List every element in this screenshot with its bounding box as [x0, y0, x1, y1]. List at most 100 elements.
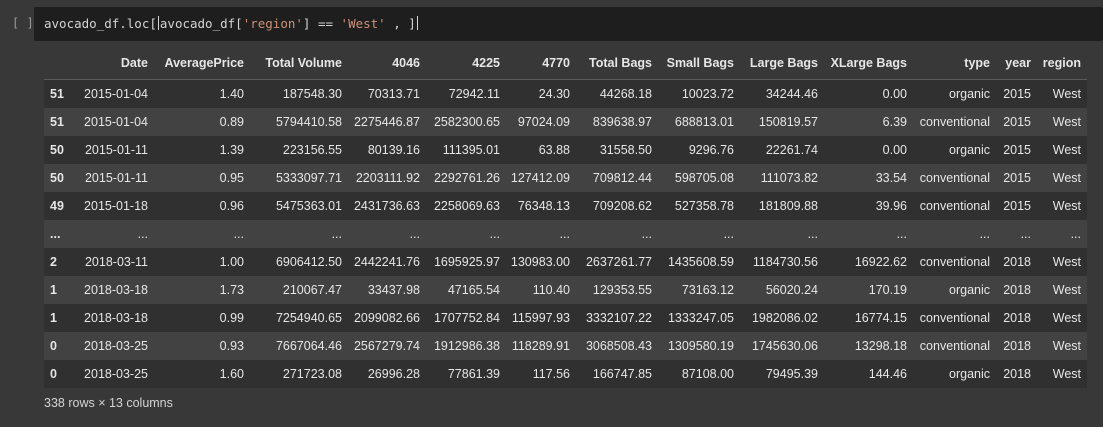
table-cell: West [1052, 255, 1081, 269]
table-cell: 34244.46 [765, 87, 818, 101]
table-cell: ... [979, 227, 990, 241]
table-cell: 33.54 [875, 171, 907, 185]
table-cell: ... [233, 227, 244, 241]
text-cursor [157, 16, 159, 30]
code-editor[interactable]: avocado_df.loc[avocado_df['region'] == '… [34, 7, 1103, 41]
table-cell: 2203111.92 [355, 171, 420, 185]
table-cell: 2018 [1003, 339, 1031, 353]
table-cell: 1695925.97 [433, 255, 500, 269]
dataframe-shape-note: 338 rows × 13 columns [44, 396, 173, 410]
table-cell: 7667064.46 [275, 339, 342, 353]
table-cell: 77861.39 [447, 367, 500, 381]
table-cell: 127412.09 [510, 171, 570, 185]
table-cell: organic [949, 367, 990, 381]
table-cell: 0.99 [219, 311, 244, 325]
table-cell: conventional [919, 311, 990, 325]
table-cell: 1707752.84 [433, 311, 500, 325]
table-cell: 2018 [1003, 255, 1031, 269]
table-cell: 130983.00 [510, 255, 570, 269]
table-cell: ... [331, 227, 342, 241]
row-index: 2 [50, 255, 57, 269]
code-token: avocado_df[ [159, 16, 243, 31]
table-cell: 0.89 [219, 115, 244, 129]
row-index: 1 [50, 283, 57, 297]
table-cell: 47165.54 [447, 283, 500, 297]
table-cell: 31558.50 [599, 143, 652, 157]
table-cell: 1912986.38 [433, 339, 500, 353]
table-cell: 1.00 [219, 255, 244, 269]
table-cell: organic [949, 87, 990, 101]
table-row: 50 2015-01-11 1.39 223156.55 80139.16 111395.… [44, 136, 1087, 164]
code-string: 'West' [340, 16, 386, 31]
table-cell: 2015 [1003, 171, 1031, 185]
table-cell: ... [559, 227, 570, 241]
table-cell: 0.95 [219, 171, 244, 185]
table-cell: 117.56 [532, 367, 570, 381]
table-cell: conventional [919, 255, 990, 269]
table-cell: 2018-03-18 [84, 283, 148, 297]
table-cell: 271723.08 [282, 367, 342, 381]
code-token: , [385, 16, 409, 31]
column-header: Total Volume [250, 48, 348, 80]
table-cell: West [1052, 283, 1081, 297]
table-cell: 16922.62 [854, 255, 907, 269]
table-cell: 166747.85 [592, 367, 652, 381]
table-cell: 9296.76 [688, 143, 734, 157]
row-index: 0 [50, 367, 57, 381]
table-cell: 72942.11 [448, 87, 500, 101]
table-cell: 0.00 [882, 143, 907, 157]
table-row: 51 2015-01-04 0.89 5794410.58 2275446.87 2582… [44, 108, 1087, 136]
code-token: ] == [302, 16, 341, 31]
index-header [44, 48, 72, 80]
column-header: Small Bags [658, 48, 740, 80]
table-cell: West [1052, 115, 1081, 129]
table-row: 2 2018-03-11 1.00 6906412.50 2442241.76 16959… [44, 248, 1087, 276]
table-cell: 5333097.71 [275, 171, 342, 185]
table-cell: conventional [919, 339, 990, 353]
table-cell: West [1052, 143, 1081, 157]
table-cell: 2292761.26 [433, 171, 500, 185]
table-cell: 223156.55 [282, 143, 342, 157]
column-header: AveragePrice [154, 48, 250, 80]
table-cell: 39.96 [875, 199, 907, 213]
column-header: 4225 [426, 48, 506, 80]
table-cell: 26996.28 [367, 367, 420, 381]
table-cell: ... [807, 227, 818, 241]
table-cell: 13298.18 [854, 339, 907, 353]
table-cell: conventional [919, 171, 990, 185]
table-cell: ... [641, 227, 652, 241]
table-cell: 2015-01-04 [84, 87, 148, 101]
table-cell: 0.00 [882, 87, 907, 101]
code-line[interactable]: avocado_df.loc[avocado_df['region'] == '… [44, 16, 419, 31]
table-cell: 2015 [1003, 115, 1031, 129]
table-cell: 1.73 [219, 283, 244, 297]
table-cell: 2015 [1003, 199, 1031, 213]
table-row: 50 2015-01-11 0.95 5333097.71 2203111.92 2292… [44, 164, 1087, 192]
run-cell-button[interactable]: [ ] [12, 16, 34, 30]
column-header: type [913, 48, 996, 80]
table-row: ........................................… [44, 220, 1087, 248]
table-cell: 1.39 [219, 143, 244, 157]
column-header: 4770 [506, 48, 576, 80]
table-cell: 2018-03-11 [84, 255, 148, 269]
table-cell: 111073.82 [760, 171, 818, 185]
table-cell: 709208.62 [592, 199, 652, 213]
table-cell: 2099082.66 [353, 311, 420, 325]
table-cell: organic [949, 283, 990, 297]
column-header: Large Bags [740, 48, 824, 80]
table-cell: 1.60 [219, 367, 244, 381]
row-index: 51 [50, 87, 64, 101]
table-cell: 63.88 [538, 143, 570, 157]
table-cell: 79495.39 [765, 367, 818, 381]
table-cell: 87108.00 [681, 367, 734, 381]
table-cell: 187548.30 [282, 87, 342, 101]
code-token: ] [408, 16, 416, 31]
table-cell: 2582300.65 [433, 115, 500, 129]
table-cell: 56020.24 [765, 283, 818, 297]
table-cell: ... [489, 227, 500, 241]
table-cell: 150819.57 [758, 115, 818, 129]
table-row: 0 2018-03-25 1.60 271723.08 26996.28 77861.39… [44, 360, 1087, 388]
table-cell: 80139.16 [367, 143, 420, 157]
table-cell: 6.39 [882, 115, 907, 129]
row-index: 49 [50, 199, 64, 213]
